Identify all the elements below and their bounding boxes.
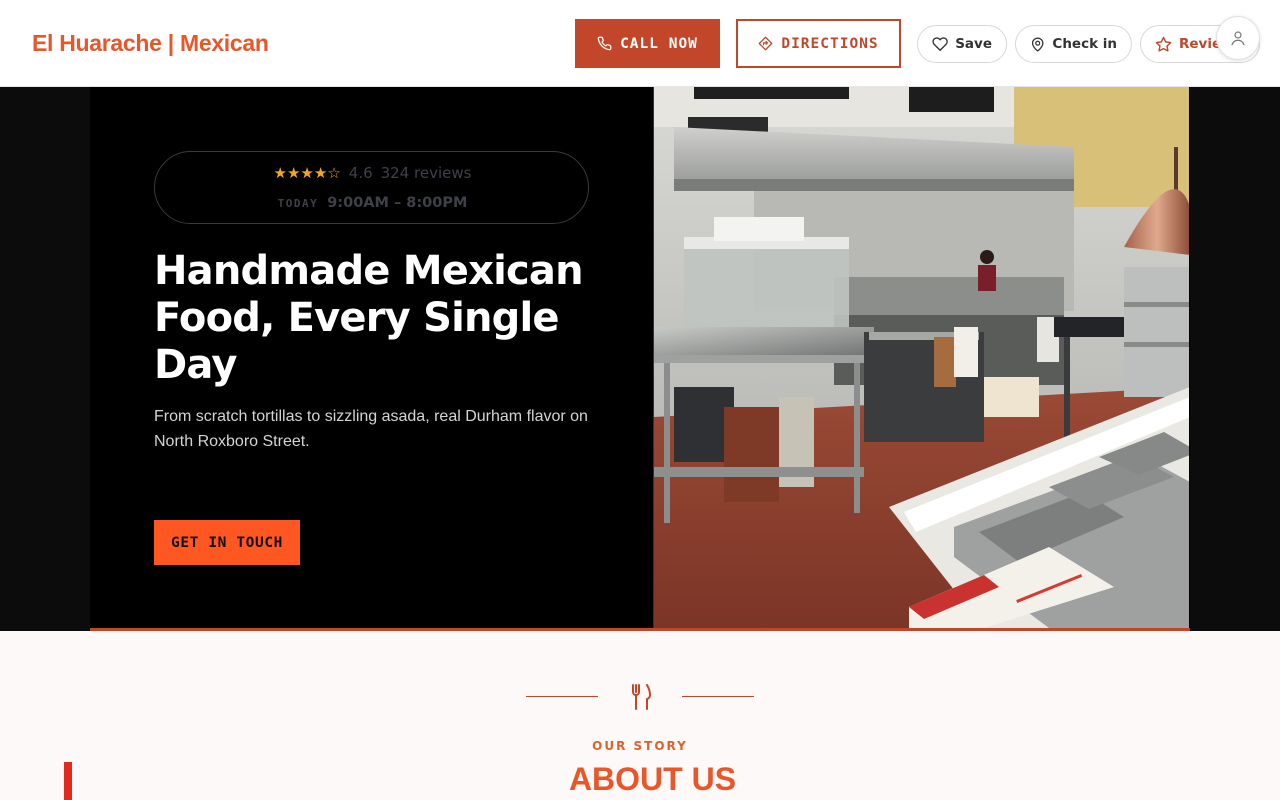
review-count[interactable]: 324 reviews [381,164,472,182]
check-in-label: Check in [1052,36,1117,52]
phone-icon [597,36,612,51]
save-button[interactable]: Save [917,25,1007,63]
rating-score: 4.6 [348,164,373,182]
save-label: Save [955,36,992,52]
divider-left [526,696,598,697]
directions-icon [758,36,773,51]
divider-right [682,696,754,697]
star-rating-icons: ★★★★☆ [273,164,341,182]
get-in-touch-label: GET IN TOUCH [171,534,283,551]
opening-hours: 9:00AM – 8:00PM [327,195,468,211]
rating-hours-card: ★★★★☆ 4.6 324 reviews TODAY 9:00AM – 8:0… [154,151,589,224]
hero-subtitle: From scratch tortillas to sizzling asada… [154,408,588,450]
check-in-button[interactable]: Check in [1015,25,1132,63]
hours-row: TODAY 9:00AM – 8:00PM [155,195,590,211]
heart-icon [932,37,948,51]
about-title: ABOUT US [568,761,737,797]
call-now-label: CALL NOW [620,35,698,52]
map-pin-icon [1031,37,1044,52]
about-eyebrow: OUR STORY [592,739,688,753]
rating-row: ★★★★☆ 4.6 324 reviews [155,164,590,182]
directions-label: DIRECTIONS [781,35,879,52]
directions-button[interactable]: DIRECTIONS [736,19,901,68]
utensils-icon [632,684,651,710]
user-icon [1231,31,1245,46]
kitchen-photo [653,87,1189,628]
get-in-touch-button[interactable]: GET IN TOUCH [154,520,300,565]
account-avatar-button[interactable] [1216,16,1260,60]
call-now-button[interactable]: CALL NOW [575,19,720,68]
site-header: El Huarache | Mexican CALL NOW DIRECTION… [0,0,1280,87]
today-label: TODAY [277,196,319,210]
star-icon [1155,36,1172,52]
hero-title: Handmade Mexican Food, Every Single Day [154,248,584,388]
accent-bar [64,762,72,800]
brand-title[interactable]: El Huarache | Mexican [32,30,269,57]
